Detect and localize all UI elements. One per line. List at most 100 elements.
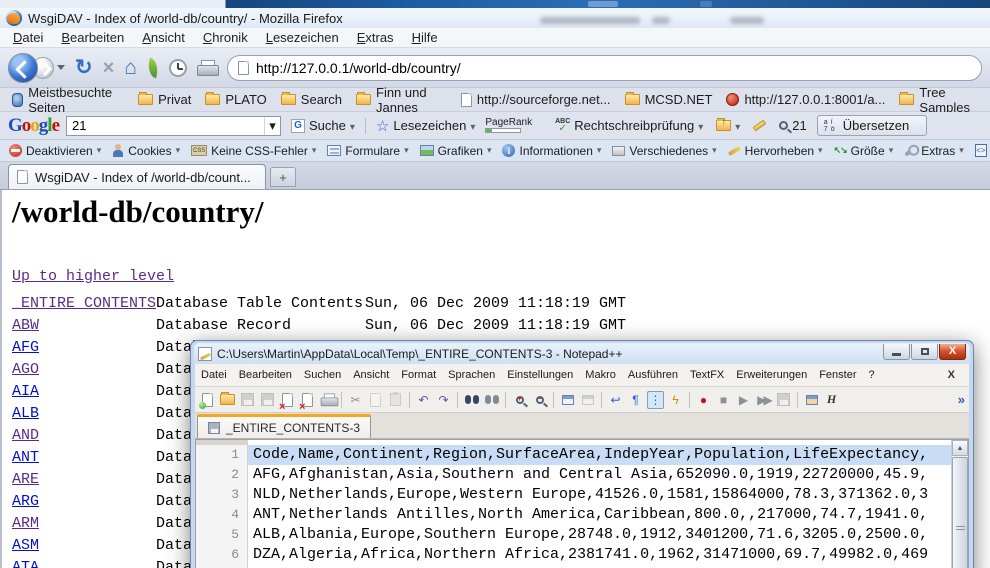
new-file-icon[interactable] <box>199 391 216 409</box>
bookmark-plato[interactable]: PLATO <box>201 91 270 108</box>
menu-chronik[interactable]: Chronik <box>194 28 257 47</box>
translate-button[interactable]: aí7ö Übersetzen <box>817 115 927 136</box>
np-menu-textfx[interactable]: TextFX <box>684 367 730 383</box>
spellcheck-button[interactable]: ABC✓Rechtschreibprüfung <box>552 117 706 134</box>
notepad-active-tab[interactable]: _ENTIRE_CONTENTS-3 <box>197 414 371 438</box>
google-search-input[interactable] <box>67 118 264 133</box>
editor-line[interactable]: 3NLD,Netherlands,Europe,Western Europe,4… <box>196 485 951 505</box>
webdev-hervorheben[interactable]: Hervorheben <box>725 143 826 159</box>
np-menu-ansicht[interactable]: Ansicht <box>347 367 395 383</box>
bookmark-search[interactable]: Search <box>277 91 346 108</box>
np-menu-bearbeiten[interactable]: Bearbeiten <box>233 367 298 383</box>
np-menu-ausfuehren[interactable]: Ausführen <box>622 367 684 383</box>
bookmark-sourceforge[interactable]: http://sourceforge.net... <box>457 91 615 108</box>
find-icon[interactable] <box>463 391 480 409</box>
webdev-formulare[interactable]: Formulare <box>324 143 411 159</box>
editor-line[interactable]: 2AFG,Afghanistan,Asia,Southern and Centr… <box>196 465 951 485</box>
editor-scrollbar[interactable]: ▲ <box>951 440 968 568</box>
menu-bearbeiten[interactable]: Bearbeiten <box>52 28 133 47</box>
indent-guide-icon[interactable]: ⋮ <box>647 391 664 409</box>
menu-extras[interactable]: Extras <box>348 28 403 47</box>
np-menu-fenster[interactable]: Fenster <box>813 367 862 383</box>
stop-macro-icon[interactable]: ■ <box>715 391 732 409</box>
scrollbar-thumb[interactable] <box>952 457 968 568</box>
replace-icon[interactable] <box>483 391 500 409</box>
scroll-up-icon[interactable]: ▲ <box>952 440 968 456</box>
webdev-css[interactable]: CSSKeine CSS-Fehler <box>188 143 319 159</box>
search-history-dropdown-icon[interactable]: ▾ <box>264 117 280 135</box>
editor-line[interactable]: 6DZA,Algeria,Africa,Northern Africa,2381… <box>196 545 951 565</box>
entry-link[interactable]: ARG <box>12 491 156 513</box>
webdev-groesse[interactable]: ↖↘Größe <box>831 143 897 159</box>
np-menu-help[interactable]: ? <box>862 367 880 383</box>
send-to-button[interactable] <box>713 117 743 134</box>
undo-icon[interactable]: ↶ <box>415 391 432 409</box>
np-menu-erweiterungen[interactable]: Erweiterungen <box>730 367 813 383</box>
stop-icon[interactable]: × <box>103 58 115 78</box>
word-find-button[interactable]: 21 <box>776 117 809 134</box>
entry-link[interactable]: ANT <box>12 447 156 469</box>
copy-icon[interactable] <box>367 391 384 409</box>
zoom-in-icon[interactable]: + <box>511 391 528 409</box>
pagerank-widget[interactable]: PageRank <box>485 118 532 133</box>
toolbar-overflow-icon[interactable]: » <box>958 392 965 407</box>
play-macro-icon[interactable]: ▶ <box>735 391 752 409</box>
np-menu-sprachen[interactable]: Sprachen <box>442 367 501 383</box>
history-dropdown-icon[interactable] <box>57 65 65 70</box>
bookmark-meistbesuchte-seiten[interactable]: Meistbesuchte Seiten <box>8 84 128 116</box>
sync-vertical-icon[interactable] <box>559 391 576 409</box>
close-all-icon[interactable] <box>299 391 316 409</box>
webdev-quelltext[interactable]: <>Quellte <box>972 143 990 159</box>
webdev-grafiken[interactable]: Grafiken <box>417 143 495 159</box>
launch-icon[interactable] <box>803 391 820 409</box>
entry-link[interactable]: AGO <box>12 359 156 381</box>
menu-ansicht[interactable]: Ansicht <box>133 28 194 47</box>
entry-link[interactable]: ASM <box>12 535 156 557</box>
close-button[interactable]: X <box>939 344 966 360</box>
bookmark-127-0-0-1-8001[interactable]: http://127.0.0.1:8001/a... <box>722 91 889 108</box>
up-to-higher-level-link[interactable]: Up to higher level <box>12 268 174 285</box>
url-input[interactable] <box>256 60 971 76</box>
print-icon[interactable] <box>319 391 336 409</box>
notepad-editor[interactable]: 1Code,Name,Continent,Region,SurfaceArea,… <box>195 439 969 568</box>
np-menu-makro[interactable]: Makro <box>579 367 622 383</box>
editor-line[interactable]: 1Code,Name,Continent,Region,SurfaceArea,… <box>196 445 951 465</box>
notepad-titlebar[interactable]: C:\Users\Martin\AppData\Local\Temp\_ENTI… <box>194 343 970 364</box>
redo-icon[interactable]: ↷ <box>435 391 452 409</box>
entry-link[interactable]: ATA <box>12 557 156 568</box>
np-menu-close-icon[interactable]: X <box>942 367 961 383</box>
webdev-cookies[interactable]: Cookies <box>109 143 183 159</box>
editor-line[interactable]: 5ALB,Albania,Europe,Southern Europe,2874… <box>196 525 951 545</box>
entry-link[interactable]: _ENTIRE_CONTENTS <box>12 293 156 315</box>
np-menu-suchen[interactable]: Suchen <box>298 367 347 383</box>
save-macro-icon[interactable] <box>775 391 792 409</box>
entry-link[interactable]: ABW <box>12 315 156 337</box>
bookmark-privat[interactable]: Privat <box>134 91 195 108</box>
new-tab-button[interactable]: + <box>270 167 296 187</box>
menu-hilfe[interactable]: Hilfe <box>403 28 447 47</box>
save-all-icon[interactable] <box>259 391 276 409</box>
editor-line[interactable]: 4ANT,Netherlands Antilles,North America,… <box>196 505 951 525</box>
paste-icon[interactable] <box>387 391 404 409</box>
entry-link[interactable]: AIA <box>12 381 156 403</box>
function-list-icon[interactable]: ϟ <box>667 391 684 409</box>
sync-horizontal-icon[interactable] <box>579 391 596 409</box>
webdev-informationen[interactable]: iInformationen <box>499 143 604 159</box>
entry-link[interactable]: AND <box>12 425 156 447</box>
bookmark-tree-samples[interactable]: Tree Samples <box>895 84 982 116</box>
restore-button[interactable] <box>911 344 938 360</box>
word-wrap-icon[interactable]: ↩ <box>607 391 624 409</box>
firefox-titlebar[interactable]: WsgiDAV - Index of /world-db/country/ - … <box>0 8 990 28</box>
reload-icon[interactable]: ↻ <box>75 58 93 78</box>
url-bar[interactable] <box>227 55 982 81</box>
leaf-addon-icon[interactable] <box>144 57 161 78</box>
google-suche-button[interactable]: GSuche <box>288 117 358 134</box>
menu-lesezeichen[interactable]: Lesezeichen <box>257 28 348 47</box>
np-menu-einstellungen[interactable]: Einstellungen <box>501 367 579 383</box>
webdev-extras[interactable]: Extras <box>901 143 967 159</box>
cut-icon[interactable]: ✂ <box>347 391 364 409</box>
back-button[interactable] <box>8 53 38 83</box>
save-icon[interactable] <box>239 391 256 409</box>
webdev-deaktivieren[interactable]: Deaktivieren <box>6 143 104 159</box>
entry-link[interactable]: ARM <box>12 513 156 535</box>
